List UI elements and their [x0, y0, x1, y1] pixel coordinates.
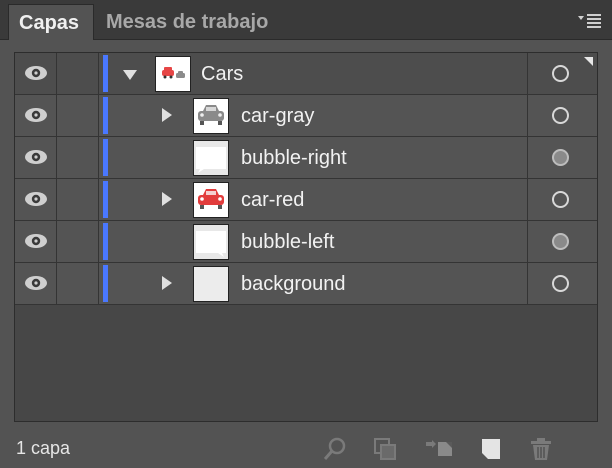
target-circle-icon[interactable] [552, 149, 569, 166]
visibility-toggle[interactable] [15, 137, 57, 178]
eye-icon [25, 192, 47, 206]
target-cell[interactable] [527, 221, 597, 262]
car-red-icon [193, 182, 229, 218]
target-cell[interactable] [527, 53, 597, 94]
eye-icon [25, 234, 47, 248]
collapse-triangle-icon[interactable] [162, 192, 172, 206]
target-cell[interactable] [527, 95, 597, 136]
target-circle-icon[interactable] [552, 107, 569, 124]
layer-row-cars[interactable]: Cars [15, 53, 597, 95]
layer-name[interactable]: bubble-left [241, 221, 334, 263]
layer-row-car-red[interactable]: car-red [15, 179, 597, 221]
visibility-toggle[interactable] [15, 179, 57, 220]
visibility-toggle[interactable] [15, 263, 57, 304]
bubble-icon [193, 140, 229, 176]
layer-name[interactable]: background [241, 263, 346, 305]
create-new-layer-icon[interactable] [478, 436, 504, 462]
create-sublayer-icon[interactable] [424, 436, 452, 462]
layer-row-background[interactable]: background [15, 263, 597, 305]
layer-count: 1 capa [16, 438, 71, 458]
lock-toggle[interactable] [57, 263, 99, 304]
bubble-icon [193, 224, 229, 260]
layer-color-bar [103, 55, 108, 92]
background-icon [193, 266, 229, 302]
panel-tab-bar: Capas Mesas de trabajo [0, 0, 612, 40]
collapse-triangle-icon[interactable] [162, 108, 172, 122]
collapse-triangle-icon[interactable] [162, 276, 172, 290]
layer-color-bar [103, 223, 108, 260]
layer-name[interactable]: car-gray [241, 95, 314, 137]
layer-color-bar [103, 139, 108, 176]
eye-icon [25, 66, 47, 80]
lock-toggle[interactable] [57, 137, 99, 178]
visibility-toggle[interactable] [15, 221, 57, 262]
eye-icon [25, 150, 47, 164]
make-clipping-mask-icon[interactable] [372, 436, 398, 462]
expand-triangle-icon[interactable] [123, 70, 137, 80]
locate-object-icon[interactable] [322, 436, 348, 462]
target-cell[interactable] [527, 263, 597, 304]
eye-icon [25, 276, 47, 290]
layer-name[interactable]: car-red [241, 179, 304, 221]
layer-row-bubble-right[interactable]: bubble-right [15, 137, 597, 179]
lock-toggle[interactable] [57, 95, 99, 136]
panel-menu-icon[interactable] [578, 12, 602, 30]
target-circle-icon[interactable] [552, 275, 569, 292]
layer-color-bar [103, 97, 108, 134]
panel-footer: 1 capa [0, 428, 612, 468]
layer-row-bubble-left[interactable]: bubble-left [15, 221, 597, 263]
car-gray-icon [193, 98, 229, 134]
tab-capas[interactable]: Capas [8, 4, 94, 40]
selection-corner-icon [584, 57, 593, 66]
eye-icon [25, 108, 47, 122]
cars-group-icon [155, 56, 191, 92]
layers-list: Cars car-gray bubble-right car-red bubbl… [14, 52, 598, 422]
tab-mesas-de-trabajo[interactable]: Mesas de trabajo [106, 4, 268, 40]
layer-color-bar [103, 265, 108, 302]
layer-name[interactable]: bubble-right [241, 137, 347, 179]
layer-color-bar [103, 181, 108, 218]
target-cell[interactable] [527, 137, 597, 178]
target-cell[interactable] [527, 179, 597, 220]
visibility-toggle[interactable] [15, 95, 57, 136]
target-circle-icon[interactable] [552, 233, 569, 250]
visibility-toggle[interactable] [15, 53, 57, 94]
layer-row-car-gray[interactable]: car-gray [15, 95, 597, 137]
lock-toggle[interactable] [57, 221, 99, 262]
layer-name[interactable]: Cars [201, 53, 243, 95]
target-circle-icon[interactable] [552, 191, 569, 208]
lock-toggle[interactable] [57, 179, 99, 220]
lock-toggle[interactable] [57, 53, 99, 94]
delete-icon[interactable] [528, 436, 554, 462]
target-circle-icon[interactable] [552, 65, 569, 82]
